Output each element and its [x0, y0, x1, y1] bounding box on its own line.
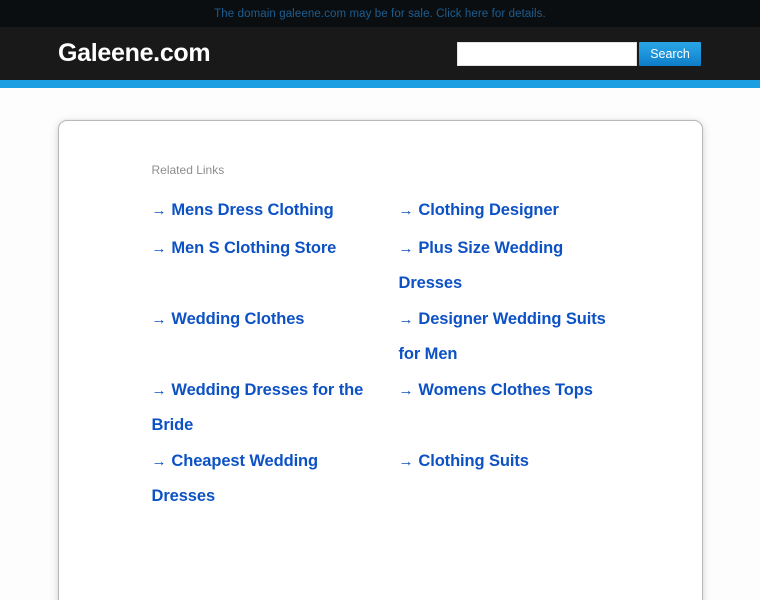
related-link[interactable]: → Wedding Clothes — [152, 302, 305, 337]
domain-sale-banner[interactable]: The domain galeene.com may be for sale. … — [0, 0, 760, 27]
search-button[interactable]: Search — [639, 41, 701, 66]
related-link[interactable]: → Men S Clothing Store — [152, 231, 337, 266]
related-link[interactable]: → Wedding Dresses for the Bride — [152, 373, 367, 442]
related-links-grid: → Mens Dress Clothing → Clothing Designer → M… — [152, 193, 672, 515]
page-body: Related Links → Mens Dress Clothing → Cloth… — [0, 88, 760, 600]
arrow-right-icon: → — [398, 382, 414, 399]
related-link-cell: → Cheapest Wedding Dresses — [152, 444, 399, 515]
related-link[interactable]: → Cheapest Wedding Dresses — [152, 444, 367, 513]
related-link-cell: → Designer Wedding Suits for Men — [399, 302, 672, 373]
related-link-label: Men S Clothing Store — [171, 239, 337, 257]
related-link-label: Clothing Designer — [418, 201, 559, 219]
related-link[interactable]: → Mens Dress Clothing — [152, 193, 334, 228]
arrow-right-icon: → — [151, 382, 167, 399]
arrow-right-icon: → — [151, 311, 167, 328]
arrow-right-icon: → — [398, 453, 414, 470]
domain-sale-banner-text[interactable]: The domain galeene.com may be for sale. … — [214, 8, 546, 20]
arrow-right-icon: → — [151, 453, 167, 470]
accent-bar — [0, 80, 760, 88]
related-link-label: Plus Size Wedding Dresses — [398, 239, 564, 292]
arrow-right-icon: → — [151, 202, 167, 219]
related-link-cell: → Plus Size Wedding Dresses — [399, 231, 672, 302]
arrow-right-icon: → — [398, 311, 414, 328]
related-link-label: Mens Dress Clothing — [171, 201, 334, 219]
related-link[interactable]: → Clothing Suits — [399, 444, 529, 479]
related-link-cell: → Clothing Suits — [399, 444, 672, 515]
related-links-heading: Related Links — [151, 163, 225, 177]
related-link-cell: → Clothing Designer — [399, 193, 672, 231]
arrow-right-icon: → — [151, 240, 167, 257]
related-link[interactable]: → Womens Clothes Tops — [399, 373, 593, 408]
site-header: Galeene.com Search — [0, 27, 760, 80]
arrow-right-icon: → — [398, 240, 414, 257]
related-link-label: Wedding Clothes — [171, 310, 305, 328]
arrow-right-icon: → — [398, 202, 414, 219]
related-link-label: Clothing Suits — [418, 452, 529, 470]
related-link-cell: → Wedding Dresses for the Bride — [152, 373, 399, 444]
related-link[interactable]: → Plus Size Wedding Dresses — [399, 231, 631, 300]
related-link[interactable]: → Clothing Designer — [399, 193, 559, 228]
related-link[interactable]: → Designer Wedding Suits for Men — [399, 302, 631, 371]
related-link-label: Womens Clothes Tops — [418, 381, 593, 399]
search-input[interactable] — [457, 41, 637, 66]
related-link-label: Wedding Dresses for the Bride — [151, 381, 364, 434]
related-link-cell: → Mens Dress Clothing — [152, 193, 399, 231]
site-logo[interactable]: Galeene.com — [58, 39, 211, 68]
related-link-cell: → Womens Clothes Tops — [399, 373, 672, 444]
related-links-card: Related Links → Mens Dress Clothing → Cloth… — [57, 120, 703, 600]
related-link-label: Cheapest Wedding Dresses — [151, 452, 319, 505]
related-link-label: Designer Wedding Suits for Men — [398, 310, 606, 363]
search-form: Search — [457, 41, 701, 66]
related-link-cell: → Wedding Clothes — [152, 302, 399, 373]
related-link-cell: → Men S Clothing Store — [152, 231, 399, 302]
